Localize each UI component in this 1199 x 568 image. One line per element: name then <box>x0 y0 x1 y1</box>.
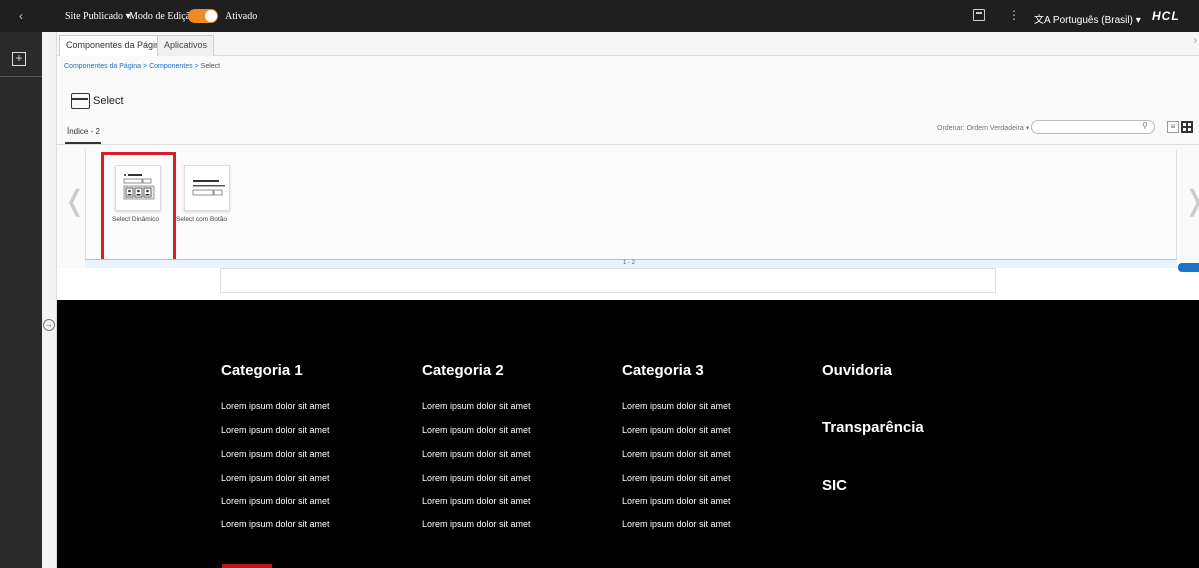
pagination-label: 1 - 2 <box>623 260 636 266</box>
component-panel: Componentes da Página Aplicativos › Comp… <box>57 32 1199 268</box>
footer-heading-categoria-1: Categoria 1 <box>221 362 303 379</box>
footer-link[interactable]: Lorem ipsum dolor sit amet <box>622 473 731 483</box>
footer-link[interactable]: Lorem ipsum dolor sit amet <box>622 449 731 459</box>
chevron-left-icon[interactable]: ‹ <box>0 0 42 32</box>
language-label: Português (Brasil) <box>1052 15 1133 26</box>
footer-link[interactable]: Lorem ipsum dolor sit amet <box>622 425 731 435</box>
select-component-icon <box>71 93 90 109</box>
component-card-select-com-botao[interactable] <box>184 165 230 211</box>
toggle-knob <box>205 10 217 22</box>
footer-link[interactable]: Lorem ipsum dolor sit amet <box>221 473 330 483</box>
footer-link[interactable]: Lorem ipsum dolor sit amet <box>422 425 531 435</box>
selection-highlight <box>101 152 176 264</box>
footer-link-transparencia[interactable]: Transparência <box>822 419 924 436</box>
chevron-right-icon[interactable]: › <box>1194 35 1197 46</box>
index-tab[interactable]: Índice - 2 <box>67 127 100 136</box>
add-component-icon[interactable]: + <box>12 52 26 66</box>
footer-link-sic[interactable]: SIC <box>822 477 847 494</box>
footer-link[interactable]: Lorem ipsum dolor sit amet <box>422 519 531 529</box>
chevron-down-icon: ▾ <box>1025 125 1030 132</box>
footer-link[interactable]: Lorem ipsum dolor sit amet <box>622 519 731 529</box>
footer-link[interactable]: Lorem ipsum dolor sit amet <box>422 496 531 506</box>
top-toolbar: ‹ Site Publicado ▾ Modo de Edição: Ativa… <box>0 0 1199 32</box>
breadcrumb-current: Select <box>200 63 221 70</box>
sort-dropdown[interactable]: Ordenar: Ordem Verdadeira ▾ <box>937 124 1029 132</box>
footer-link[interactable]: Lorem ipsum dolor sit amet <box>221 425 330 435</box>
left-rail: + <box>0 32 42 568</box>
content-box <box>220 268 996 293</box>
panel-divider <box>57 144 1199 145</box>
site-status-dropdown[interactable]: Site Publicado ▾ <box>65 11 131 22</box>
sort-label: Ordenar: Ordem Verdadeira <box>937 125 1024 132</box>
footer-link[interactable]: Lorem ipsum dolor sit amet <box>221 449 330 459</box>
language-selector[interactable]: 文A Português (Brasil) ▾ <box>1034 11 1141 26</box>
translate-icon: 文A <box>1034 15 1053 26</box>
footer-link[interactable]: Lorem ipsum dolor sit amet <box>221 519 330 529</box>
grid-view-icon[interactable] <box>1181 121 1193 133</box>
footer-heading-categoria-2: Categoria 2 <box>422 362 504 379</box>
tab-aplicativos[interactable]: Aplicativos <box>157 35 215 56</box>
side-handle[interactable] <box>1178 263 1199 272</box>
breadcrumb-separator: > <box>194 63 199 70</box>
rail-divider <box>0 76 42 77</box>
footer-link[interactable]: Lorem ipsum dolor sit amet <box>622 496 731 506</box>
brand-logo: HCL <box>1152 9 1180 23</box>
footer-link-ouvidoria[interactable]: Ouvidoria <box>822 362 892 379</box>
edit-mode-toggle[interactable] <box>188 9 218 23</box>
site-footer: Categoria 1 Lorem ipsum dolor sit amet L… <box>57 300 1199 568</box>
breadcrumb: Componentes da Página > Componentes > Se… <box>64 63 220 70</box>
carousel-next-icon[interactable]: ❭ <box>1183 184 1199 217</box>
edit-mode-state: Ativado <box>225 11 258 22</box>
card-label-select-com-botao: Select com Botão <box>176 216 227 223</box>
footer-link[interactable]: Lorem ipsum dolor sit amet <box>422 449 531 459</box>
search-input[interactable] <box>1031 120 1155 134</box>
card-label-select-dinamico: Select Dinâmico <box>112 216 159 223</box>
carousel-prev-icon[interactable]: ❬ <box>63 184 86 217</box>
preview-icon[interactable] <box>973 9 985 21</box>
more-vertical-icon[interactable]: ⋮ <box>1008 8 1020 22</box>
breadcrumb-link-page-components[interactable]: Componentes da Página <box>64 63 141 70</box>
footer-heading-categoria-3: Categoria 3 <box>622 362 704 379</box>
footer-red-element <box>222 564 272 568</box>
panel-title: Select <box>93 95 124 107</box>
search-icon[interactable]: ⚲ <box>1142 121 1148 130</box>
rail-gutter <box>42 32 57 568</box>
tab-componentes[interactable]: Componentes da Página <box>59 35 173 56</box>
component-carousel <box>85 150 1177 260</box>
panel-tabs: Componentes da Página Aplicativos › <box>57 32 1199 56</box>
breadcrumb-link-components[interactable]: Componentes <box>149 63 193 70</box>
select-button-thumbnail-icon <box>192 180 225 196</box>
footer-link[interactable]: Lorem ipsum dolor sit amet <box>422 473 531 483</box>
footer-link[interactable]: Lorem ipsum dolor sit amet <box>221 496 330 506</box>
chevron-down-icon: ▾ <box>1135 15 1141 26</box>
footer-link[interactable]: Lorem ipsum dolor sit amet <box>422 401 531 411</box>
footer-link[interactable]: Lorem ipsum dolor sit amet <box>221 401 330 411</box>
expand-arrow-icon[interactable]: → <box>43 319 55 331</box>
footer-link[interactable]: Lorem ipsum dolor sit amet <box>622 401 731 411</box>
breadcrumb-separator: > <box>143 63 148 70</box>
list-view-icon[interactable]: ≡ <box>1167 121 1179 133</box>
site-status-label: Site Publicado <box>65 11 124 22</box>
